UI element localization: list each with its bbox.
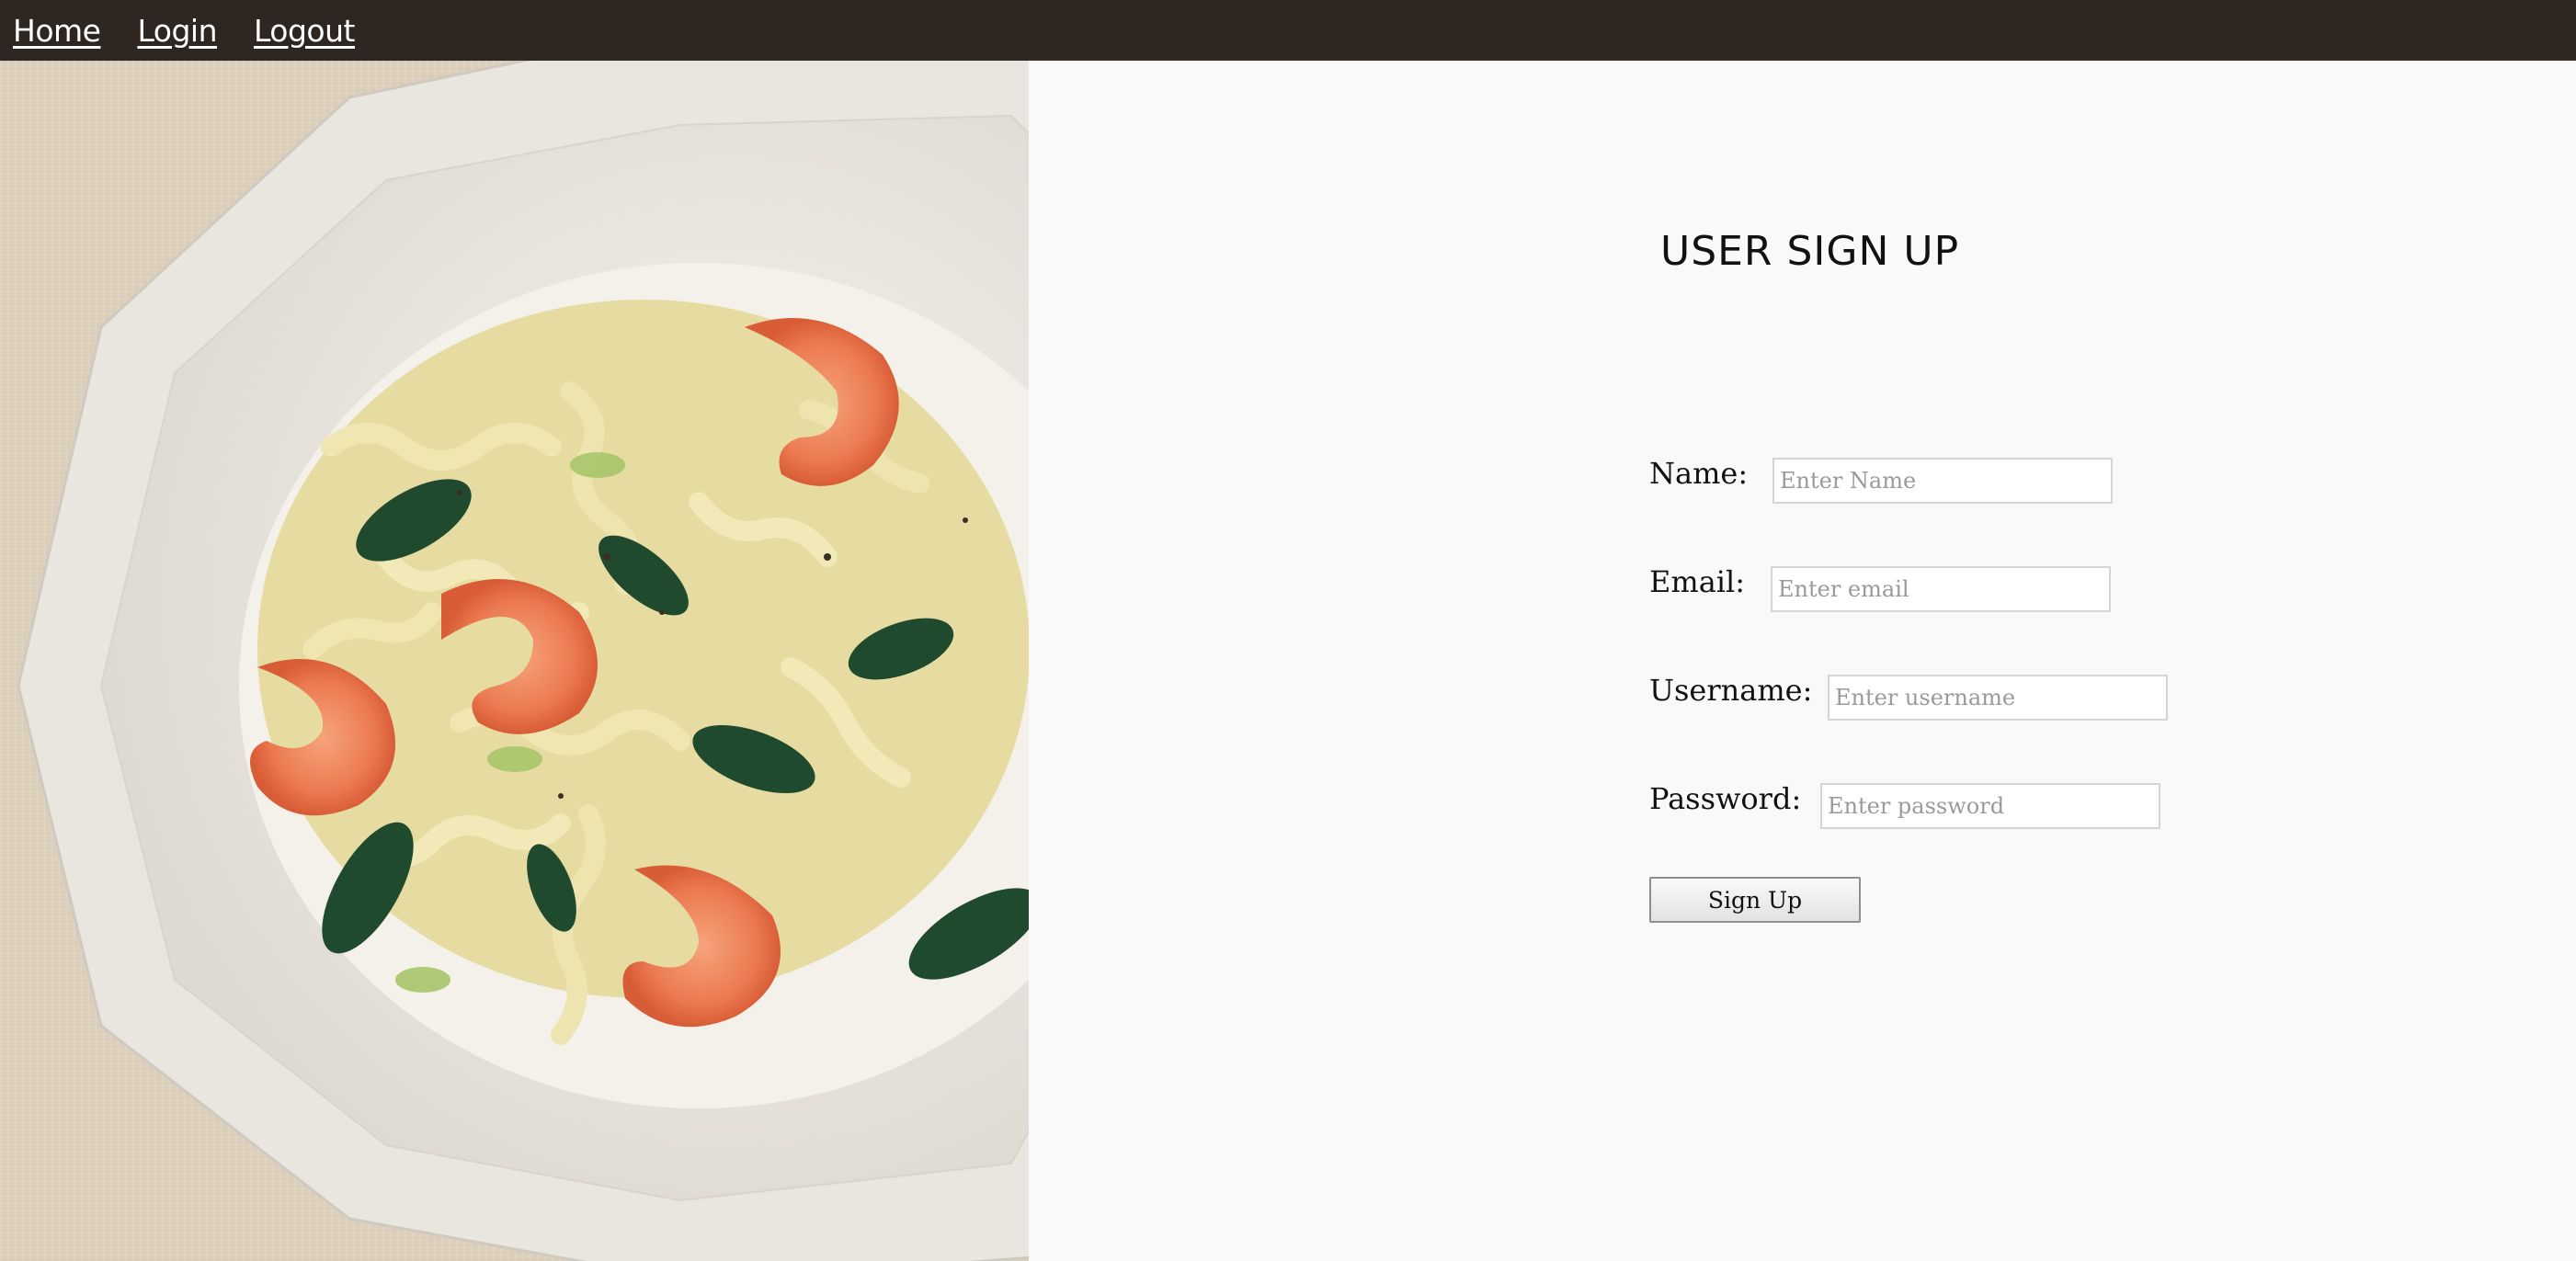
name-input[interactable]	[1772, 458, 2113, 504]
password-input[interactable]	[1820, 783, 2160, 829]
nav-logout-link[interactable]: Logout	[254, 13, 356, 49]
nav-login-link[interactable]: Login	[137, 13, 217, 49]
top-navbar: Home Login Logout	[0, 0, 2576, 61]
nav-home-link[interactable]: Home	[13, 13, 101, 49]
username-input[interactable]	[1828, 675, 2168, 721]
page-title: USER SIGN UP	[1660, 228, 1960, 275]
name-label: Name:	[1649, 456, 1749, 491]
email-input[interactable]	[1771, 566, 2111, 612]
hero-food-image	[0, 61, 1029, 1261]
signup-button[interactable]: Sign Up	[1649, 877, 1861, 923]
username-label: Username:	[1649, 673, 1813, 708]
pasta-plate-illustration	[0, 61, 1029, 1261]
password-label: Password:	[1649, 781, 1802, 816]
email-label: Email:	[1649, 564, 1746, 599]
